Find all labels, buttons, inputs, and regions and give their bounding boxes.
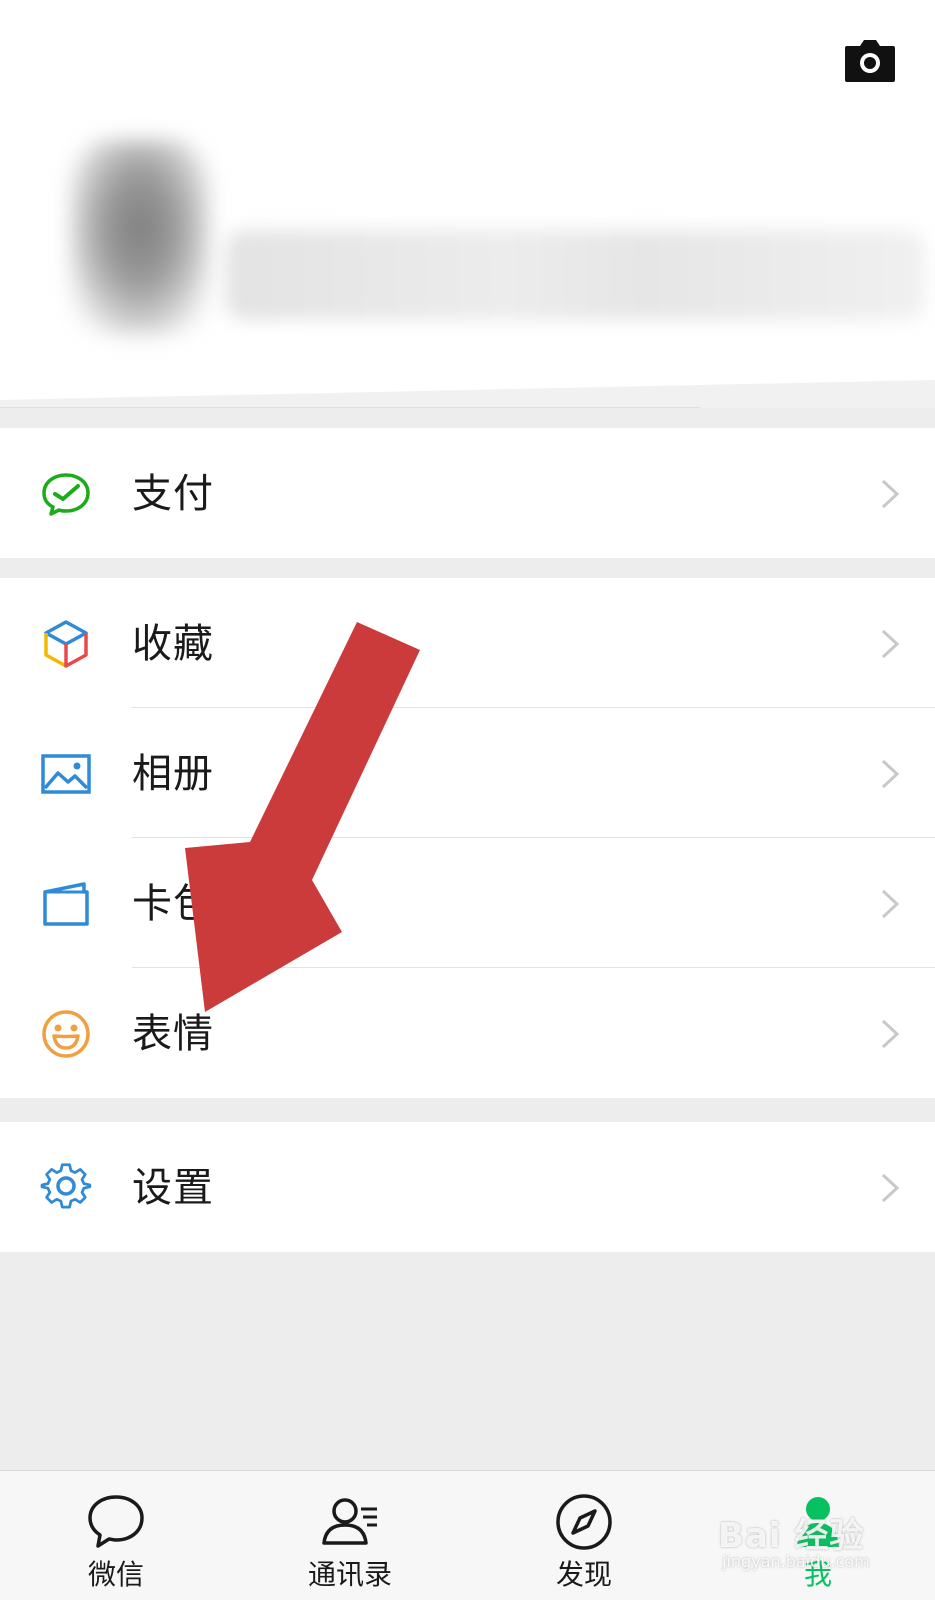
settings-gear-icon — [40, 1163, 92, 1209]
chevron-right-icon — [881, 889, 900, 919]
chevron-right-icon — [881, 629, 900, 659]
avatar[interactable] — [70, 140, 210, 335]
chat-bubble-icon — [88, 1495, 144, 1548]
menu-item-album[interactable]: 相册 — [0, 708, 935, 838]
menu-group-main: 收藏 相册 卡包 表情 — [0, 578, 935, 1098]
camera-icon[interactable] — [845, 40, 895, 82]
contacts-icon — [322, 1498, 377, 1545]
tab-contacts[interactable]: 通讯录 — [290, 1471, 410, 1600]
profile-info-blurred — [225, 230, 925, 320]
tab-discover[interactable]: 发现 — [524, 1471, 644, 1600]
menu-item-stickers[interactable]: 表情 — [0, 968, 935, 1098]
tab-label-chats: 微信 — [87, 1558, 144, 1591]
menu-item-settings[interactable]: 设置 — [0, 1122, 935, 1252]
tab-chats[interactable]: 微信 — [56, 1471, 176, 1600]
header-shading — [0, 380, 935, 408]
menu-item-card-wallet[interactable]: 卡包 — [0, 838, 935, 968]
chevron-right-icon — [881, 479, 900, 509]
chevron-right-icon — [881, 1019, 900, 1049]
menu-group-pay: 支付 — [0, 428, 935, 558]
favorites-cube-icon — [44, 620, 88, 668]
menu-label-settings: 设置 — [132, 1165, 214, 1211]
watermark-logo: Bai 经验 — [718, 1516, 865, 1556]
wechat-pay-icon — [42, 473, 90, 516]
tab-label-discover: 发现 — [555, 1558, 612, 1591]
menu-group-settings: 设置 — [0, 1122, 935, 1252]
menu-label-favorites: 收藏 — [132, 621, 214, 667]
menu-label-card-wallet: 卡包 — [132, 881, 214, 927]
menu-item-favorites[interactable]: 收藏 — [0, 578, 935, 708]
sticker-smile-icon — [42, 1010, 90, 1058]
compass-icon — [556, 1494, 612, 1550]
profile-header[interactable] — [0, 0, 935, 408]
wechat-me-screen: 支付 收藏 相册 卡包 表情 设置 微信 通讯录 发现 我 Bai 经验 jin… — [0, 0, 935, 1600]
card-wallet-icon — [43, 882, 89, 926]
menu-label-album: 相册 — [132, 751, 214, 797]
chevron-right-icon — [881, 759, 900, 789]
album-icon — [41, 754, 91, 794]
menu-label-pay: 支付 — [132, 471, 214, 517]
chevron-right-icon — [881, 1173, 900, 1203]
watermark-url: jingyan.baidu.com — [722, 1552, 870, 1571]
menu-item-pay[interactable]: 支付 — [0, 428, 935, 558]
tab-label-contacts: 通讯录 — [307, 1558, 392, 1591]
menu-label-stickers: 表情 — [132, 1011, 214, 1057]
